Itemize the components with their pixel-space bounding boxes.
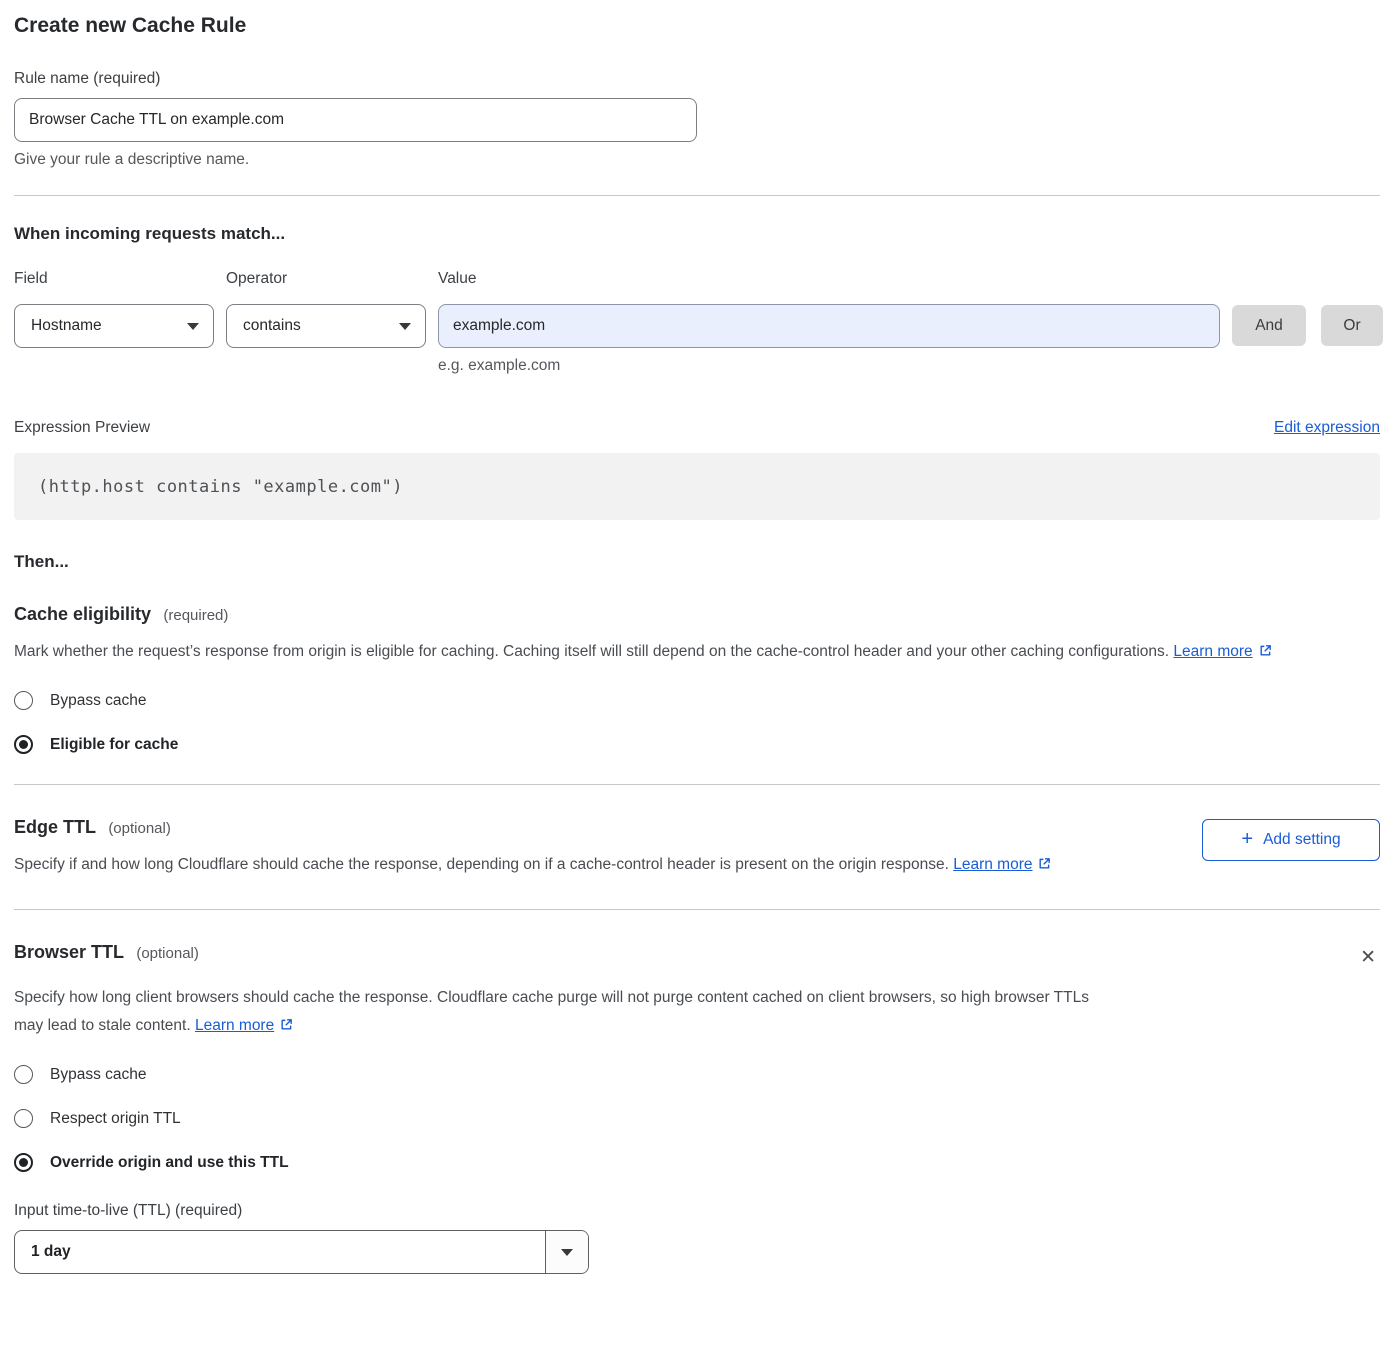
cache-eligibility-header: Cache eligibility (required) xyxy=(14,604,1380,625)
radio-circle-icon[interactable] xyxy=(14,691,33,710)
then-heading: Then... xyxy=(14,552,1380,572)
operator-select[interactable]: contains xyxy=(226,304,426,348)
browser-learn-more-link[interactable]: Learn more xyxy=(195,1017,274,1034)
value-label: Value xyxy=(438,270,1220,288)
rule-name-help: Give your rule a descriptive name. xyxy=(14,151,1380,169)
ttl-select[interactable]: 1 day xyxy=(14,1230,589,1274)
or-button[interactable]: Or xyxy=(1321,305,1383,346)
expression-code: (http.host contains "example.com") xyxy=(14,453,1380,520)
operator-label: Operator xyxy=(226,270,426,288)
radio-eligible-for-cache[interactable]: Eligible for cache xyxy=(14,735,1380,754)
field-select[interactable]: Hostname xyxy=(14,304,214,348)
expression-preview-row: Expression Preview Edit expression xyxy=(14,419,1380,437)
ttl-select-arrow[interactable] xyxy=(545,1231,588,1273)
browser-ttl-header: Browser TTL (optional) ✕ xyxy=(14,942,1380,971)
radio-circle-icon[interactable] xyxy=(14,1109,33,1128)
edge-learn-more-link[interactable]: Learn more xyxy=(953,856,1032,873)
match-builder: Field Operator Value Hostname contains A… xyxy=(14,270,1380,375)
chevron-down-icon xyxy=(561,1249,573,1256)
edge-ttl-title: Edge TTL xyxy=(14,817,96,837)
cache-eligibility-qualifier: (required) xyxy=(163,607,228,624)
add-setting-button[interactable]: + Add setting xyxy=(1202,819,1380,861)
rule-name-label: Rule name (required) xyxy=(14,70,1380,88)
radio-respect-origin-ttl[interactable]: Respect origin TTL xyxy=(14,1109,1380,1128)
edge-ttl-header: Edge TTL (optional) Specify if and how l… xyxy=(14,817,1380,879)
radio-override-origin-ttl[interactable]: Override origin and use this TTL xyxy=(14,1153,1380,1172)
field-label: Field xyxy=(14,270,214,288)
cache-learn-more-link[interactable]: Learn more xyxy=(1173,643,1252,660)
chevron-down-icon xyxy=(187,323,199,330)
page-title: Create new Cache Rule xyxy=(14,14,1380,38)
external-link-icon xyxy=(279,1017,294,1032)
browser-ttl-title: Browser TTL xyxy=(14,942,124,962)
radio-circle-icon[interactable] xyxy=(14,735,33,754)
browser-ttl-description: Specify how long client browsers should … xyxy=(14,984,1104,1040)
cache-eligibility-description: Mark whether the request’s response from… xyxy=(14,638,1359,666)
radio-browser-bypass-cache[interactable]: Bypass cache xyxy=(14,1065,1380,1084)
section-divider xyxy=(14,784,1380,785)
edge-ttl-description: Specify if and how long Cloudflare shoul… xyxy=(14,851,1052,879)
section-divider xyxy=(14,195,1380,196)
external-link-icon xyxy=(1258,643,1273,658)
chevron-down-icon xyxy=(399,323,411,330)
ttl-select-value: 1 day xyxy=(15,1231,545,1273)
rule-name-input[interactable] xyxy=(14,98,697,142)
radio-bypass-cache[interactable]: Bypass cache xyxy=(14,691,1380,710)
section-divider xyxy=(14,909,1380,910)
field-select-value: Hostname xyxy=(31,317,187,335)
edge-ttl-qualifier: (optional) xyxy=(108,820,171,837)
close-icon[interactable]: ✕ xyxy=(1356,944,1380,971)
and-button[interactable]: And xyxy=(1232,305,1306,346)
radio-circle-icon[interactable] xyxy=(14,1065,33,1084)
value-input[interactable] xyxy=(438,304,1220,348)
expression-preview-label: Expression Preview xyxy=(14,419,150,437)
edit-expression-link[interactable]: Edit expression xyxy=(1274,419,1380,437)
operator-select-value: contains xyxy=(243,317,399,335)
ttl-input-label: Input time-to-live (TTL) (required) xyxy=(14,1202,1380,1220)
match-heading: When incoming requests match... xyxy=(14,224,1380,244)
plus-icon: + xyxy=(1241,829,1253,849)
cache-eligibility-title: Cache eligibility xyxy=(14,604,151,624)
external-link-icon xyxy=(1037,856,1052,871)
value-help: e.g. example.com xyxy=(438,357,1220,375)
radio-circle-icon[interactable] xyxy=(14,1153,33,1172)
browser-ttl-qualifier: (optional) xyxy=(136,945,199,962)
